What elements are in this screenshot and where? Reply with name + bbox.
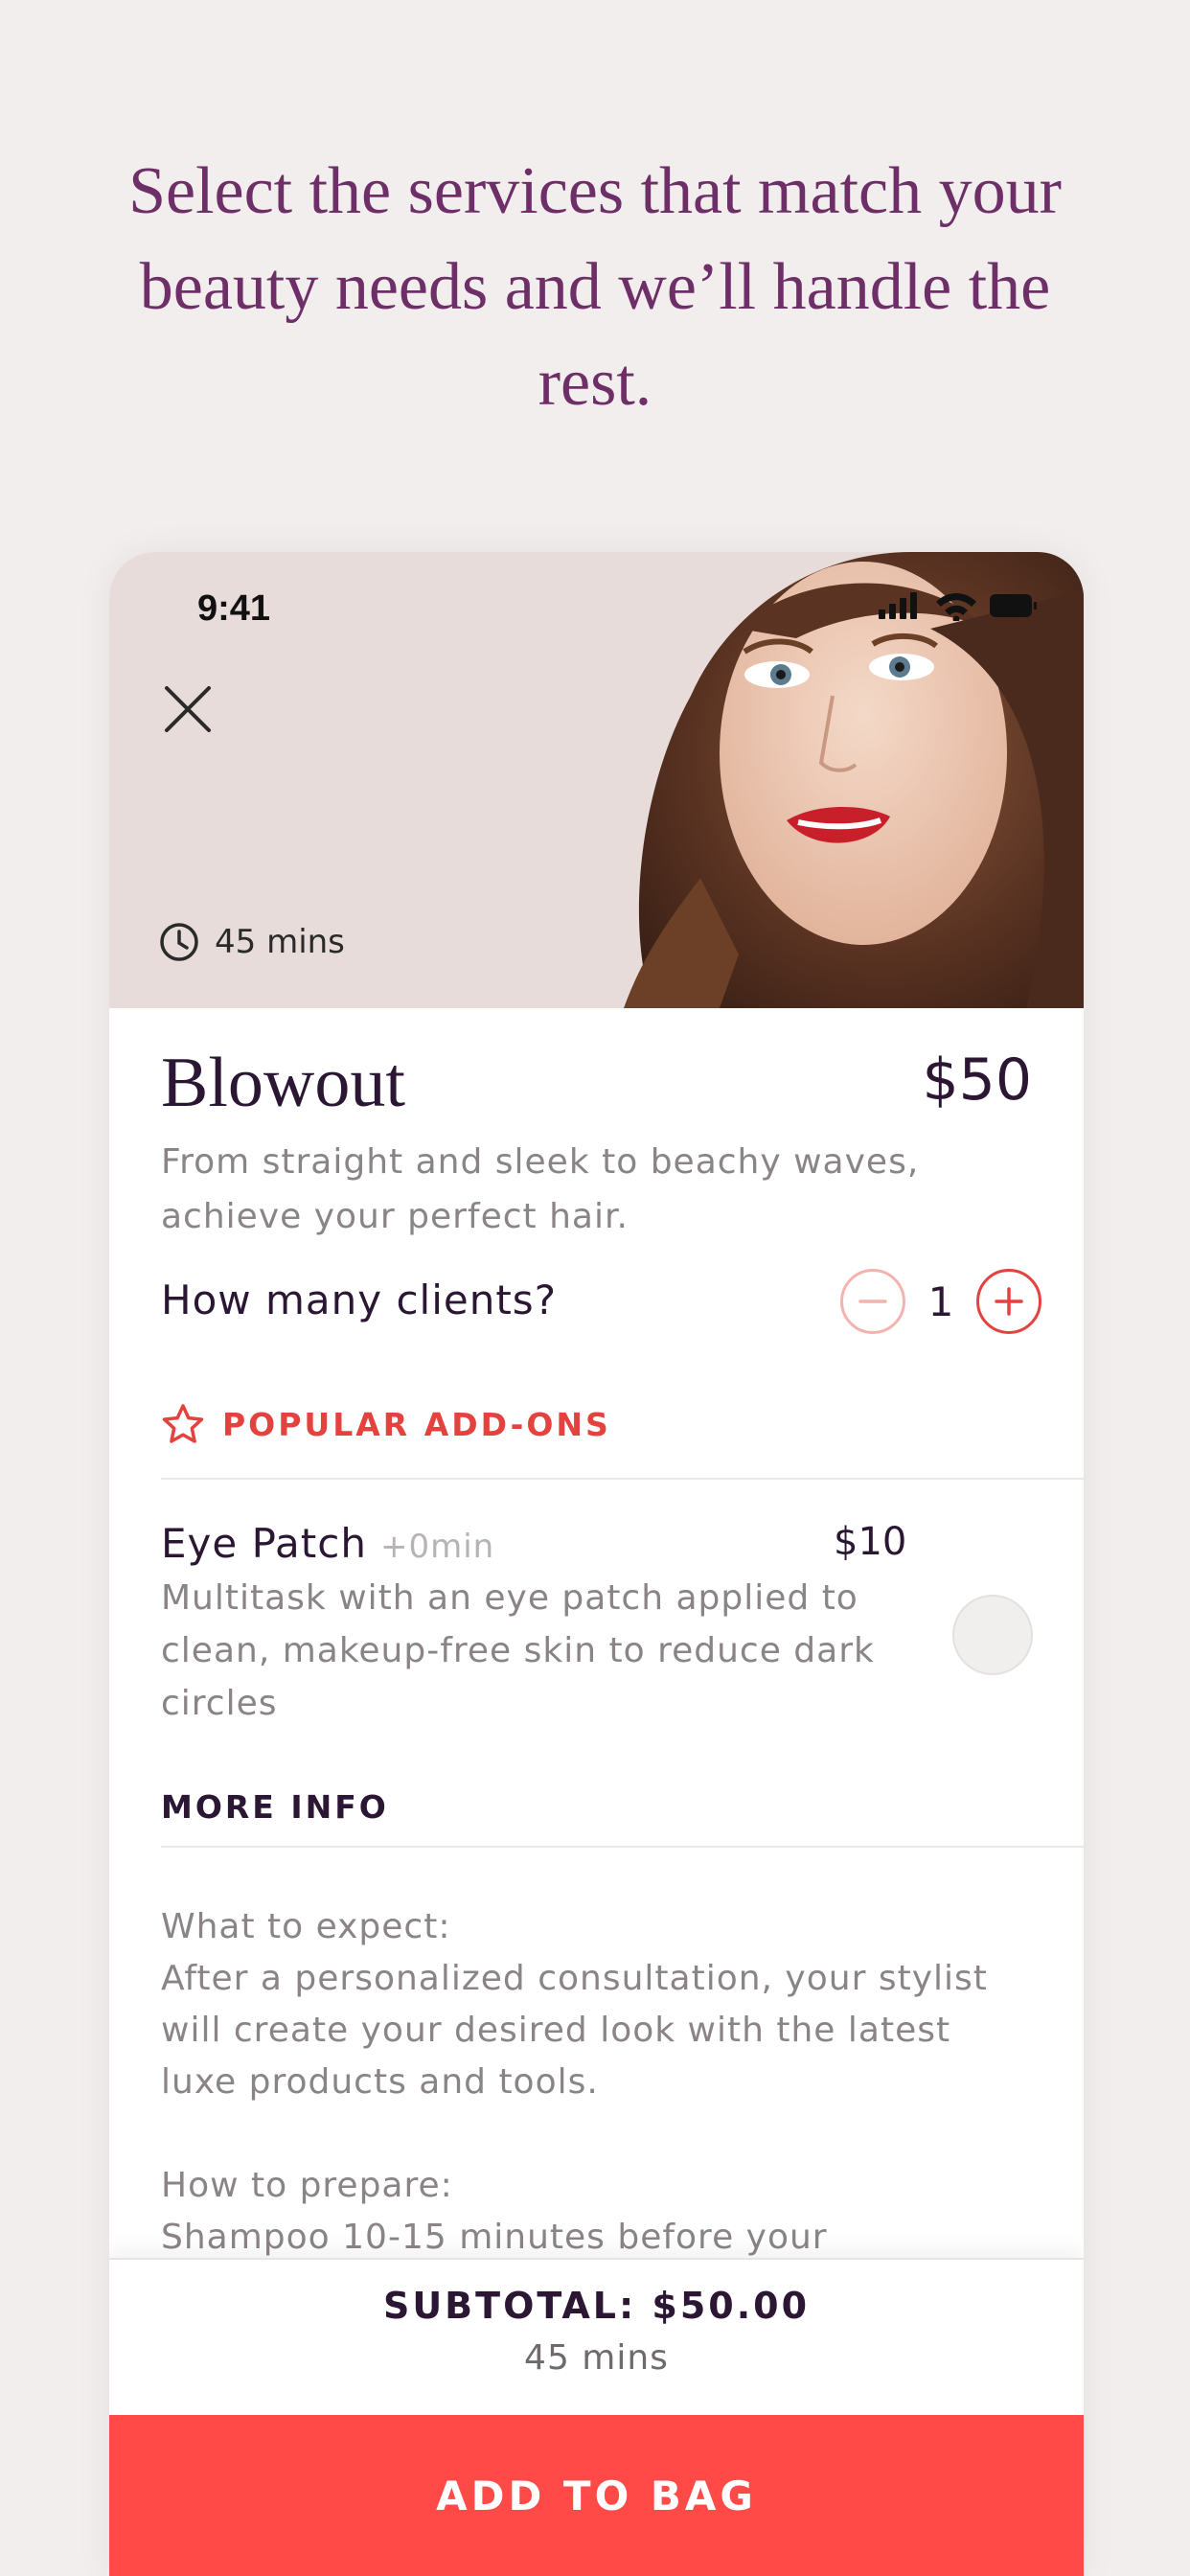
addon-time: +0min — [379, 1528, 495, 1566]
phone-screen: 9:41 45 mins Blowout $50 From straight a… — [109, 552, 1084, 2576]
clients-stepper: 1 — [840, 1269, 1041, 1334]
service-duration: 45 mins — [159, 922, 345, 962]
addon-eye-patch: Eye Patch +0min — [161, 1520, 494, 1567]
service-description: From straight and sleek to beachy waves,… — [161, 1142, 920, 1236]
plus-icon — [995, 1287, 1023, 1316]
service-hero: 9:41 45 mins — [109, 552, 1084, 1008]
expect-text: After a personalized consultation, your … — [161, 1959, 988, 2102]
marketing-headline: Select the services that match your beau… — [128, 154, 1062, 420]
clients-label: How many clients? — [161, 1276, 557, 1323]
addon-price: $10 — [834, 1520, 907, 1564]
add-to-bag-button[interactable]: ADD TO BAG — [109, 2415, 1084, 2576]
service-details: What to expect: After a personalized con… — [161, 1901, 1023, 2264]
close-icon — [165, 686, 211, 732]
divider — [161, 1846, 1084, 1848]
expect-title: What to expect: — [161, 1907, 451, 1946]
service-title: Blowout — [161, 1044, 405, 1122]
minus-icon — [858, 1300, 887, 1303]
prepare-title: How to prepare: — [161, 2166, 453, 2205]
subtotal-duration: 45 mins — [524, 2338, 669, 2378]
prepare-text: Shampoo 10-15 minutes before your — [161, 2218, 828, 2257]
status-icons — [879, 590, 1038, 625]
subtotal-bar: SUBTOTAL: $50.00 45 mins — [109, 2258, 1084, 2415]
more-info-toggle[interactable]: MORE INFO — [161, 1788, 389, 1826]
clients-count: 1 — [927, 1277, 954, 1325]
increase-clients-button[interactable] — [976, 1269, 1041, 1334]
signal-icon — [879, 592, 917, 619]
close-button[interactable] — [159, 680, 217, 738]
addon-select-checkbox[interactable] — [952, 1595, 1033, 1675]
clock-icon — [160, 923, 198, 961]
divider — [161, 1478, 1084, 1480]
decrease-clients-button[interactable] — [840, 1269, 905, 1334]
addon-description: Multitask with an eye patch applied to c… — [161, 1578, 875, 1723]
addon-name: Eye Patch — [161, 1520, 367, 1567]
wifi-icon — [936, 593, 976, 623]
service-price: $50 — [922, 1046, 1032, 1114]
status-time: 9:41 — [197, 588, 271, 629]
popular-addons-header: POPULAR ADD-ONS — [161, 1403, 611, 1445]
star-icon — [162, 1404, 204, 1443]
battery-icon — [990, 594, 1037, 617]
duration-label: 45 mins — [215, 923, 345, 961]
popular-addons-label: POPULAR ADD-ONS — [222, 1405, 611, 1443]
subtotal-amount: SUBTOTAL: $50.00 — [382, 2285, 811, 2327]
